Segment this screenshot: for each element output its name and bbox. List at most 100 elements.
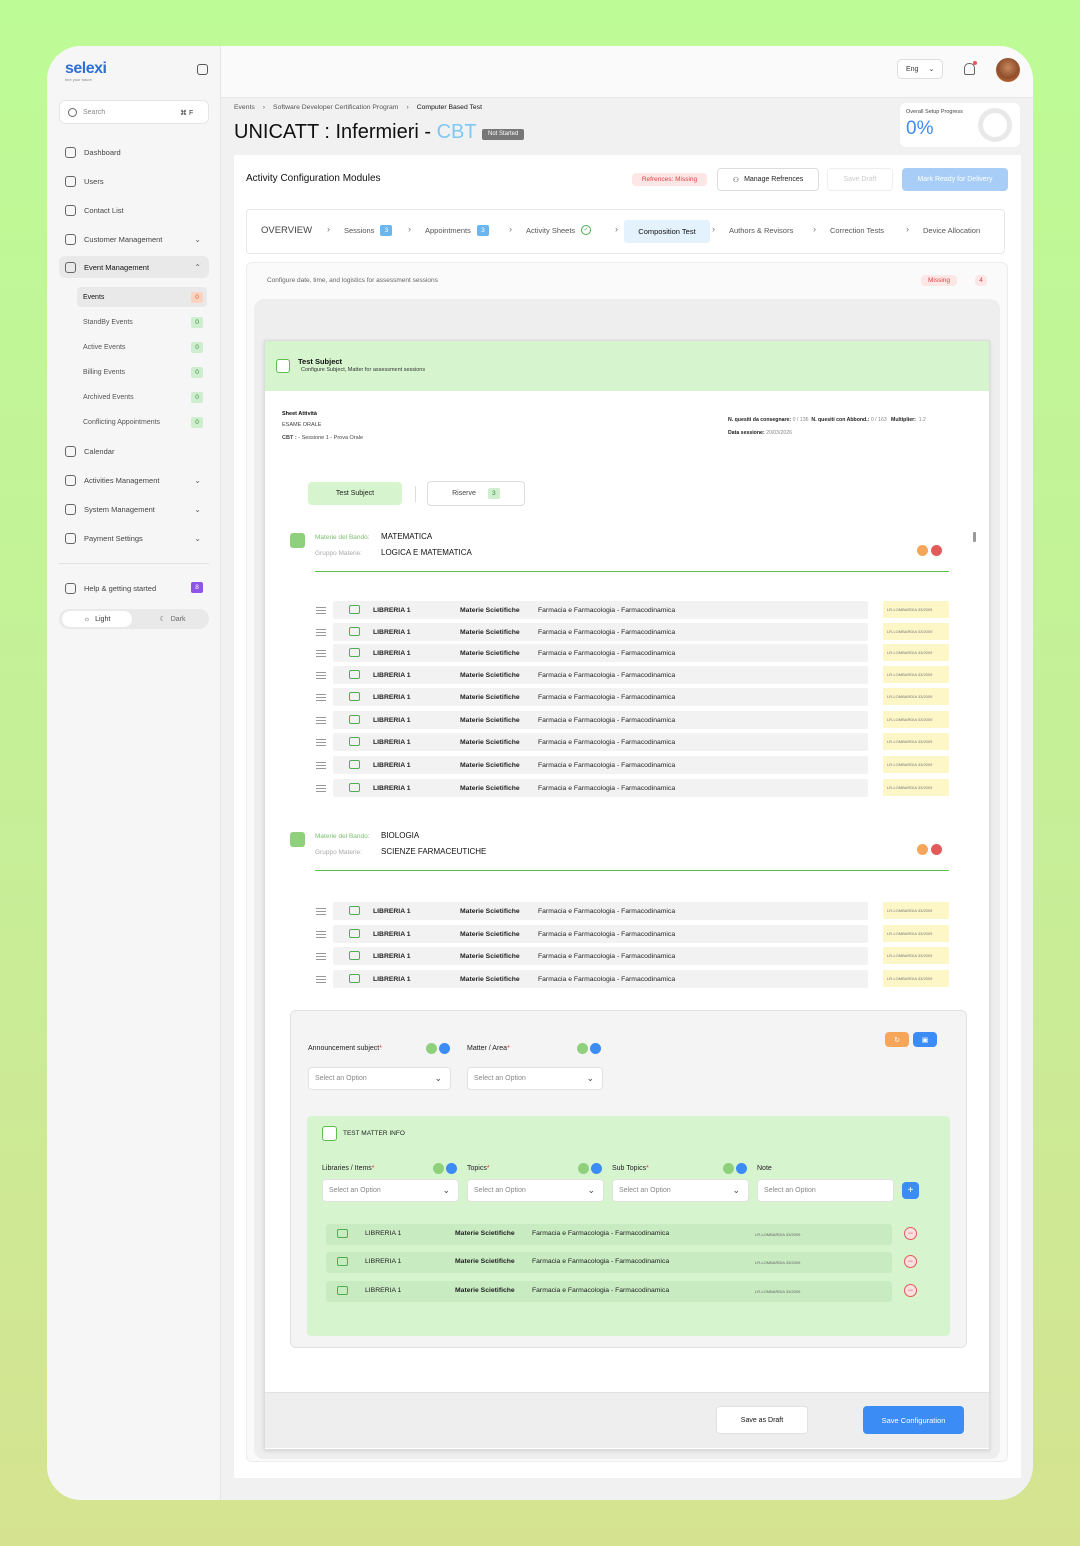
note-input[interactable]: Select an Option: [757, 1179, 894, 1202]
tab-composition-test[interactable]: Composition Test: [624, 220, 710, 243]
tab-appointments[interactable]: Appointments 3: [425, 220, 489, 240]
tab-authors-revisors[interactable]: Authors & Revisors: [729, 220, 793, 240]
breadcrumb-events[interactable]: Events: [234, 104, 255, 111]
collapse-sidebar-icon[interactable]: [197, 64, 208, 75]
announcement-select[interactable]: Select an Option ⌄: [308, 1067, 451, 1090]
theme-toggle[interactable]: ☼ Light ☾ Dark: [59, 609, 209, 629]
list-item[interactable]: LIBRERIA 1 Materie Scietifiche Farmacia e …: [333, 666, 868, 684]
tab-device-allocation[interactable]: Device Allocation: [923, 220, 980, 240]
drag-handle-icon[interactable]: [316, 785, 326, 792]
matter-select[interactable]: Select an Option ⌄: [467, 1067, 603, 1090]
info-circle-icon[interactable]: [439, 1043, 450, 1054]
info-circle-icon[interactable]: [446, 1163, 457, 1174]
edit-icon[interactable]: [917, 545, 928, 556]
breadcrumb-program[interactable]: Software Developer Certification Program: [273, 104, 398, 111]
scrollbar[interactable]: [973, 532, 976, 542]
added-item-row[interactable]: LIBRERIA 1 Materie Scietifiche Farmacia e …: [326, 1252, 892, 1273]
drag-handle-icon[interactable]: [316, 762, 326, 769]
drag-handle-icon[interactable]: [316, 717, 326, 724]
add-circle-icon[interactable]: [426, 1043, 437, 1054]
subtab-test-subject[interactable]: Test Subject: [308, 482, 402, 505]
subnav-item[interactable]: Events 0: [77, 287, 207, 307]
nav-help[interactable]: Help & getting started 8: [59, 577, 209, 599]
tab-overview[interactable]: OVERVIEW: [261, 220, 312, 240]
drag-handle-icon[interactable]: [316, 650, 326, 657]
list-item[interactable]: LIBRERIA 1 Materie Scietifiche Farmacia e …: [333, 779, 868, 797]
nav-calendar[interactable]: Calendar: [59, 440, 209, 462]
drag-handle-icon[interactable]: [316, 694, 326, 701]
added-item-row[interactable]: LIBRERIA 1 Materie Scietifiche Farmacia e …: [326, 1281, 892, 1302]
drag-handle-icon[interactable]: [316, 607, 326, 614]
subtopics-select[interactable]: Select an Option ⌄: [612, 1179, 749, 1202]
subnav-item[interactable]: Archived Events 0: [77, 387, 207, 407]
nav-payment-settings[interactable]: Payment Settings ⌄: [59, 527, 209, 549]
drag-handle-icon[interactable]: [316, 953, 326, 960]
drag-handle-icon[interactable]: [316, 739, 326, 746]
drag-handle-icon[interactable]: [316, 908, 326, 915]
tab-correction-tests[interactable]: Correction Tests: [830, 220, 884, 240]
tab-sessions[interactable]: Sessions 3: [344, 220, 393, 240]
subnav-item[interactable]: Conflicting Appointments 0: [77, 412, 207, 432]
mark-ready-button[interactable]: Mark Ready for Delivery: [902, 168, 1008, 191]
drag-handle-icon[interactable]: [316, 629, 326, 636]
remove-item-icon[interactable]: −: [904, 1227, 917, 1240]
info-circle-icon[interactable]: [590, 1043, 601, 1054]
add-circle-icon[interactable]: [578, 1163, 589, 1174]
reset-button[interactable]: ↻: [885, 1032, 909, 1047]
remove-item-icon[interactable]: −: [904, 1255, 917, 1268]
list-item[interactable]: LIBRERIA 1 Materie Scietifiche Farmacia e …: [333, 623, 868, 641]
add-circle-icon[interactable]: [433, 1163, 444, 1174]
nav-dashboard[interactable]: Dashboard: [59, 141, 209, 163]
save-configuration-button[interactable]: Save Configuration: [863, 1406, 964, 1434]
theme-light-button[interactable]: ☼ Light: [62, 611, 132, 627]
add-circle-icon[interactable]: [723, 1163, 734, 1174]
save-icon-button[interactable]: ▣: [913, 1032, 937, 1047]
list-item[interactable]: LIBRERIA 1 Materie Scietifiche Farmacia e …: [333, 711, 868, 729]
list-item[interactable]: LIBRERIA 1 Materie Scietifiche Farmacia e …: [333, 970, 868, 988]
save-draft-button[interactable]: Save Draft: [827, 168, 893, 191]
list-item[interactable]: LIBRERIA 1 Materie Scietifiche Farmacia e …: [333, 902, 868, 920]
nav-system-management[interactable]: System Management ⌄: [59, 498, 209, 520]
add-item-button[interactable]: +: [902, 1182, 919, 1199]
subnav-item[interactable]: Active Events 0: [77, 337, 207, 357]
list-item[interactable]: LIBRERIA 1 Materie Scietifiche Farmacia e …: [333, 688, 868, 706]
nav-event-management[interactable]: Event Management ⌃: [59, 256, 209, 278]
nav-customer-management[interactable]: Customer Management ⌄: [59, 228, 209, 250]
list-item[interactable]: LIBRERIA 1 Materie Scietifiche Farmacia e …: [333, 756, 868, 774]
search-box[interactable]: Search ⌘ F: [59, 100, 209, 124]
nav-activities-management[interactable]: Activities Management ⌄: [59, 469, 209, 491]
added-item-row[interactable]: LIBRERIA 1 Materie Scietifiche Farmacia e …: [326, 1224, 892, 1245]
list-item[interactable]: LIBRERIA 1 Materie Scietifiche Farmacia e …: [333, 601, 868, 619]
subtopics-label-text: Sub Topics: [612, 1165, 647, 1172]
subnav-item[interactable]: StandBy Events 0: [77, 312, 207, 332]
drag-handle-icon[interactable]: [316, 976, 326, 983]
manage-references-button[interactable]: ⚇ Manage Refrences: [717, 168, 819, 191]
language-select[interactable]: Eng ⌄: [897, 59, 943, 79]
drag-handle-icon[interactable]: [316, 672, 326, 679]
session-date: Data sessione: 20/03/2026: [728, 430, 792, 436]
save-as-draft-button[interactable]: Save as Draft: [716, 1406, 808, 1434]
nav-users[interactable]: Users: [59, 170, 209, 192]
list-item[interactable]: LIBRERIA 1 Materie Scietifiche Farmacia e …: [333, 644, 868, 662]
add-circle-icon[interactable]: [577, 1043, 588, 1054]
info-circle-icon[interactable]: [591, 1163, 602, 1174]
libraries-select[interactable]: Select an Option ⌄: [322, 1179, 459, 1202]
remove-item-icon[interactable]: −: [904, 1284, 917, 1297]
subtab-riserve[interactable]: Riserve 3: [427, 481, 525, 506]
calendar-icon: [65, 445, 76, 457]
info-circle-icon[interactable]: [736, 1163, 747, 1174]
delete-icon[interactable]: [931, 844, 942, 855]
list-item[interactable]: LIBRERIA 1 Materie Scietifiche Farmacia e …: [333, 947, 868, 965]
theme-dark-button[interactable]: ☾ Dark: [139, 611, 206, 627]
search-input[interactable]: Search: [83, 109, 105, 116]
edit-icon[interactable]: [917, 844, 928, 855]
nav-contact-list[interactable]: Contact List: [59, 199, 209, 221]
drag-handle-icon[interactable]: [316, 931, 326, 938]
tab-activity-sheets[interactable]: Activity Sheets ✓: [526, 220, 592, 240]
topics-select[interactable]: Select an Option ⌄: [467, 1179, 604, 1202]
delete-icon[interactable]: [931, 545, 942, 556]
avatar[interactable]: [996, 58, 1020, 82]
list-item[interactable]: LIBRERIA 1 Materie Scietifiche Farmacia e …: [333, 925, 868, 943]
subnav-item[interactable]: Billing Events 0: [77, 362, 207, 382]
list-item[interactable]: LIBRERIA 1 Materie Scietifiche Farmacia e …: [333, 733, 868, 751]
